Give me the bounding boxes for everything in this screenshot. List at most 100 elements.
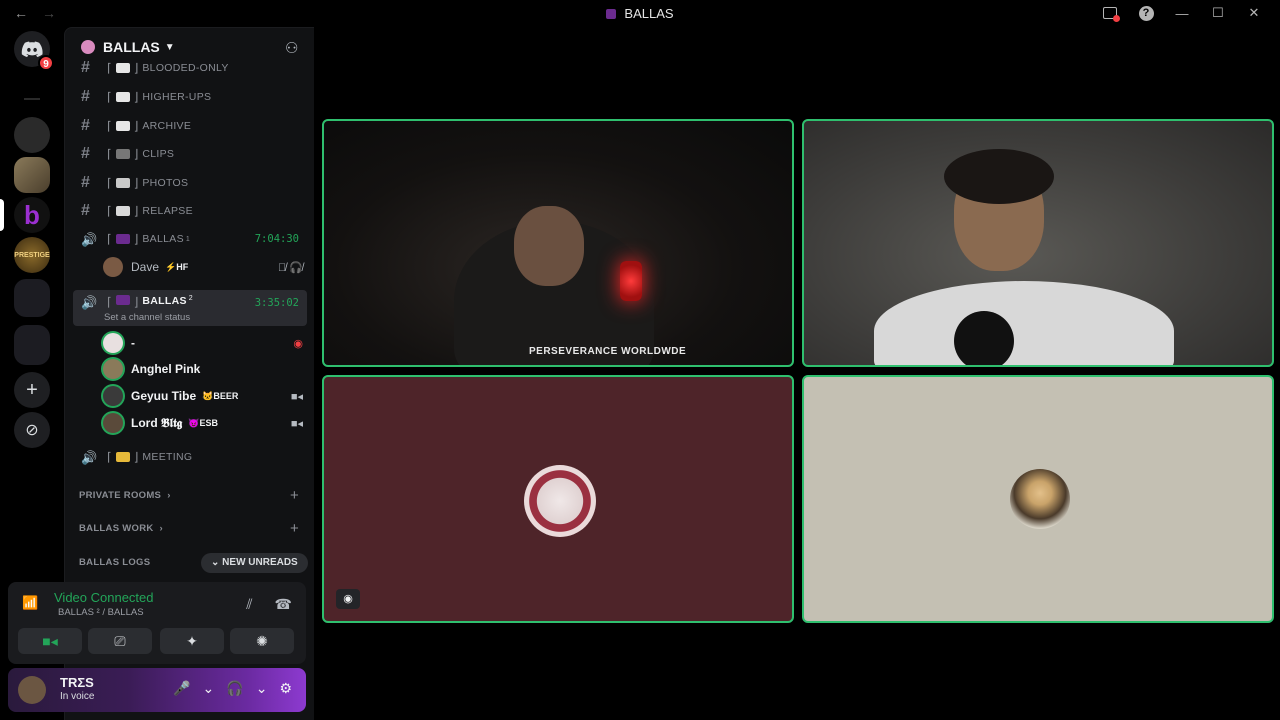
separator bbox=[24, 98, 40, 100]
microphone-icon[interactable]: 🎤 bbox=[173, 680, 190, 697]
speaker-icon: 🔊 bbox=[81, 295, 98, 310]
channel-archive[interactable]: # ⌈ ⌋ ARCHIVE bbox=[73, 113, 307, 139]
invite-people-icon[interactable]: ⚇ bbox=[285, 39, 303, 57]
participant-hair bbox=[944, 149, 1054, 204]
participant-avatar bbox=[524, 465, 596, 537]
hash-icon: # bbox=[81, 117, 90, 134]
hash-icon: # bbox=[81, 145, 90, 162]
speaker-icon: 🔊 bbox=[81, 450, 98, 465]
window-title: BALLAS bbox=[0, 6, 1280, 21]
avatar bbox=[103, 413, 123, 433]
soundboard-button[interactable]: ✺ bbox=[230, 628, 294, 654]
server-flower-icon bbox=[81, 40, 95, 54]
voice-channel-ballas-1[interactable]: 🔊 ⌈ ⌋ BALLAS 1 7:04:30 bbox=[73, 226, 307, 252]
microphone-light bbox=[620, 261, 642, 301]
screen-share-button[interactable]: ⎚ bbox=[88, 628, 152, 654]
disconnect-icon[interactable]: ☎ bbox=[275, 596, 292, 613]
server-icon bbox=[606, 9, 617, 19]
camera-button[interactable]: ■◂ bbox=[18, 628, 82, 654]
hash-icon: # bbox=[81, 202, 90, 219]
settings-gear-icon[interactable]: ⚙ bbox=[279, 680, 292, 697]
server-folder-2[interactable] bbox=[14, 325, 50, 365]
username: Geyuu Tibe bbox=[131, 389, 197, 403]
channel-clips[interactable]: # ⌈ ⌋ CLIPS bbox=[73, 141, 307, 167]
lock-emoji-icon bbox=[115, 452, 130, 462]
category-private-rooms[interactable]: PRIVATE ROOMS › + bbox=[79, 487, 309, 504]
create-channel-icon[interactable]: + bbox=[290, 520, 299, 537]
avatar bbox=[103, 257, 123, 277]
voice-channel-ballas-2[interactable]: 🔊 ⌈ ⌋ BALLAS 2 3:35:02 Set a channel status bbox=[73, 290, 307, 326]
channel-emoji-icon bbox=[115, 63, 130, 73]
server-avatar-2[interactable] bbox=[14, 157, 50, 193]
signal-icon[interactable]: 📶 bbox=[22, 595, 40, 611]
discord-logo-icon bbox=[21, 41, 43, 57]
noise-suppression-icon[interactable]: ⫽ bbox=[246, 596, 252, 613]
grape-emoji-icon bbox=[115, 234, 130, 244]
server-ballas[interactable]: b bbox=[14, 197, 50, 233]
channel-emoji-icon bbox=[115, 92, 130, 102]
channel-superscript: 1 bbox=[185, 235, 190, 243]
voice-user-geyuu[interactable]: Geyuu Tibe 🐱BEER ■◂ bbox=[103, 384, 303, 408]
user-name[interactable]: TRΣS bbox=[60, 675, 94, 690]
channel-superscript: 2 bbox=[188, 295, 193, 302]
video-camera-icon: ■◂ bbox=[290, 417, 303, 430]
chevron-right-icon: › bbox=[167, 490, 171, 501]
hash-icon: # bbox=[81, 60, 90, 76]
chevron-right-icon: › bbox=[159, 523, 164, 534]
stream-icon[interactable]: ◉ bbox=[336, 589, 360, 609]
user-tag: 🐱BEER bbox=[202, 390, 239, 401]
microphone bbox=[954, 311, 1014, 365]
channel-higher-ups[interactable]: # ⌈ ⌋ HIGHER-UPS bbox=[73, 84, 307, 110]
username: Dave bbox=[131, 260, 160, 274]
shirt-text: PERSEVERANCE WORLDWDE bbox=[529, 346, 687, 357]
close-button[interactable]: ✕ bbox=[1236, 4, 1272, 22]
notification-badge: 9 bbox=[38, 55, 54, 71]
channel-status[interactable]: Set a channel status bbox=[104, 312, 190, 323]
explore-icon[interactable]: ⊘ bbox=[14, 412, 50, 448]
video-tile-4[interactable] bbox=[802, 375, 1274, 623]
voice-user-dash[interactable]: - ◉ bbox=[103, 331, 303, 355]
voice-user-dave[interactable]: Dave ⚡HF 🎙̸ 🎧̸ bbox=[103, 255, 303, 279]
server-prestige[interactable]: PRESTIGE bbox=[14, 237, 50, 273]
discord-home-button[interactable]: 9 bbox=[14, 31, 54, 71]
camera-emoji-icon bbox=[115, 178, 130, 188]
voice-user-anghel[interactable]: Anghel Pink bbox=[103, 357, 303, 381]
avatar bbox=[103, 386, 123, 406]
create-channel-icon[interactable]: + bbox=[290, 487, 299, 504]
user-avatar[interactable] bbox=[18, 676, 46, 704]
server-name: BALLAS bbox=[103, 39, 160, 55]
server-avatar-1[interactable] bbox=[14, 117, 50, 153]
server-folder-1[interactable] bbox=[14, 279, 50, 317]
user-tag: 😈ESB bbox=[188, 417, 218, 428]
minimize-button[interactable]: — bbox=[1164, 4, 1200, 22]
speaker-icon: 🔊 bbox=[81, 232, 98, 247]
channel-photos[interactable]: # ⌈ ⌋ PHOTOS bbox=[73, 170, 307, 196]
video-camera-icon: ■◂ bbox=[290, 390, 303, 403]
streaming-icon: ◉ bbox=[293, 337, 303, 350]
help-icon[interactable]: ? bbox=[1128, 4, 1164, 22]
category-ballas-work[interactable]: BALLAS WORK › + bbox=[79, 520, 309, 537]
video-tile-2[interactable] bbox=[802, 119, 1274, 367]
maximize-button[interactable]: ☐ bbox=[1200, 4, 1236, 22]
connection-channel[interactable]: BALLAS ² / BALLAS bbox=[58, 607, 144, 618]
connection-status[interactable]: Video Connected bbox=[54, 590, 154, 605]
add-server-button[interactable]: + bbox=[14, 372, 50, 408]
voice-channel-meeting[interactable]: 🔊 ⌈ ⌋ MEETING bbox=[73, 444, 307, 470]
channel-relapse[interactable]: # ⌈ ⌋ RELAPSE bbox=[73, 198, 307, 224]
headphones-icon[interactable]: 🎧 bbox=[226, 680, 243, 697]
video-tile-1[interactable]: PERSEVERANCE WORLDWDE bbox=[322, 119, 794, 367]
grape-emoji-icon bbox=[115, 295, 130, 305]
avatar bbox=[103, 359, 123, 379]
activities-button[interactable]: ✦ bbox=[160, 628, 224, 654]
voice-user-lord[interactable]: Lord 𝕭𝖑𝖙𝖌 😈ESB ■◂ bbox=[103, 411, 303, 435]
video-tile-3[interactable]: ◉ bbox=[322, 375, 794, 623]
new-unreads-button[interactable]: ⌄ NEW UNREADS bbox=[201, 553, 308, 573]
deafened-icon: 🎙̸ 🎧̸ bbox=[277, 261, 303, 274]
participant-shirt bbox=[874, 281, 1174, 365]
chevron-down-icon[interactable]: ⌄ bbox=[256, 680, 268, 697]
participant-avatar bbox=[1010, 469, 1070, 529]
channel-blooded-only[interactable]: # ⌈ ⌋ BLOODED-ONLY bbox=[73, 60, 307, 76]
inbox-icon[interactable] bbox=[1092, 4, 1128, 22]
voice-timer: 3:35:02 bbox=[254, 297, 299, 309]
chevron-down-icon[interactable]: ⌄ bbox=[203, 680, 215, 697]
